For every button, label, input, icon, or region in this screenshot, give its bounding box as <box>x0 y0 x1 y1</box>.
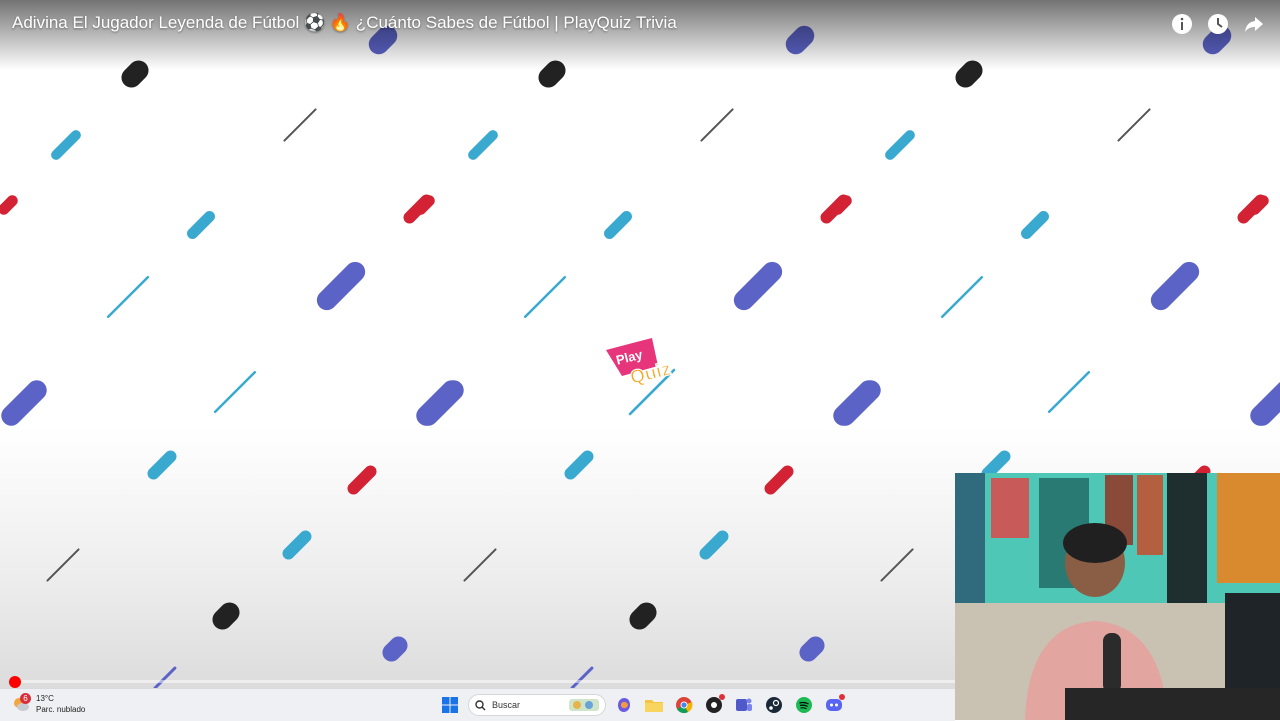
pattern-stroke <box>187 211 215 239</box>
pattern-stroke <box>880 548 914 582</box>
pattern-stroke <box>699 530 729 560</box>
pattern-stroke <box>468 130 498 160</box>
pattern-stroke <box>1150 261 1200 311</box>
search-icon <box>475 699 486 710</box>
pattern-stroke <box>885 130 915 160</box>
pattern-stroke <box>282 530 312 560</box>
pattern-stroke <box>538 60 566 88</box>
pattern-stroke <box>940 275 984 319</box>
pattern-stroke <box>121 60 149 88</box>
pattern-stroke <box>733 261 783 311</box>
pattern-stroke <box>1117 108 1151 142</box>
pattern-stroke <box>700 108 734 142</box>
pattern-stroke <box>799 636 825 662</box>
discord-icon[interactable] <box>822 693 846 717</box>
app-icon[interactable] <box>702 693 726 717</box>
pattern-stroke <box>283 108 317 142</box>
pattern-stroke <box>1252 383 1280 426</box>
pattern-stroke <box>463 548 497 582</box>
pattern-stroke <box>835 380 881 426</box>
notification-dot <box>719 694 725 700</box>
windows-start-icon[interactable] <box>438 693 462 717</box>
pattern-stroke <box>153 666 177 688</box>
weather-condition: Parc. nublado <box>36 705 86 714</box>
info-icon[interactable] <box>1170 12 1194 36</box>
pattern-stroke <box>1249 195 1269 215</box>
title-overlay <box>0 0 1280 70</box>
progress-bar[interactable] <box>10 680 955 683</box>
spotify-icon[interactable] <box>792 693 816 717</box>
weather-temp: 13°C <box>36 694 54 703</box>
watch-later-icon[interactable] <box>1206 12 1230 36</box>
pattern-stroke <box>46 548 80 582</box>
top-controls <box>1170 12 1266 36</box>
taskbar: 6 13°C Parc. nublado Buscar <box>0 688 955 721</box>
weather-widget[interactable]: 6 13°C Parc. nublado <box>12 693 85 715</box>
pattern-stroke <box>212 602 240 630</box>
pattern-stroke <box>51 130 81 160</box>
pattern-stroke <box>147 450 177 480</box>
search-box[interactable]: Buscar <box>468 694 606 716</box>
pattern-stroke <box>570 666 594 688</box>
copilot-icon[interactable] <box>612 693 636 717</box>
pattern-stroke <box>564 450 594 480</box>
pattern-stroke <box>1 380 47 426</box>
taskbar-apps: Buscar <box>438 693 846 717</box>
playquiz-logo: Play Quiz <box>604 336 678 390</box>
pattern-stroke <box>764 465 794 495</box>
pattern-stroke <box>213 370 257 414</box>
pattern-stroke <box>523 275 567 319</box>
notification-dot <box>839 694 845 700</box>
file-explorer-icon[interactable] <box>642 693 666 717</box>
progress-scrubber[interactable] <box>9 676 21 688</box>
search-placeholder: Buscar <box>492 700 521 710</box>
search-highlight-icon <box>569 699 599 711</box>
teams-icon[interactable] <box>732 693 756 717</box>
pattern-stroke <box>955 60 983 88</box>
webcam-overlay <box>955 473 1280 720</box>
chrome-icon[interactable] <box>672 693 696 717</box>
pattern-stroke <box>604 211 632 239</box>
pattern-stroke <box>1021 211 1049 239</box>
share-icon[interactable] <box>1242 12 1266 36</box>
steam-icon[interactable] <box>762 693 786 717</box>
pattern-stroke <box>347 465 377 495</box>
pattern-stroke <box>629 602 657 630</box>
weather-icon: 6 <box>12 693 31 713</box>
pattern-stroke <box>1047 370 1091 414</box>
pattern-stroke <box>415 195 435 215</box>
pattern-stroke <box>832 195 852 215</box>
pattern-stroke <box>0 195 18 215</box>
pattern-stroke <box>106 275 150 319</box>
pattern-stroke <box>981 450 1011 480</box>
weather-badge: 6 <box>20 693 31 704</box>
pattern-stroke <box>382 636 408 662</box>
video-title[interactable]: Adivina El Jugador Leyenda de Fútbol ⚽ 🔥… <box>12 13 677 33</box>
pattern-stroke <box>316 261 366 311</box>
pattern-stroke <box>418 380 464 426</box>
